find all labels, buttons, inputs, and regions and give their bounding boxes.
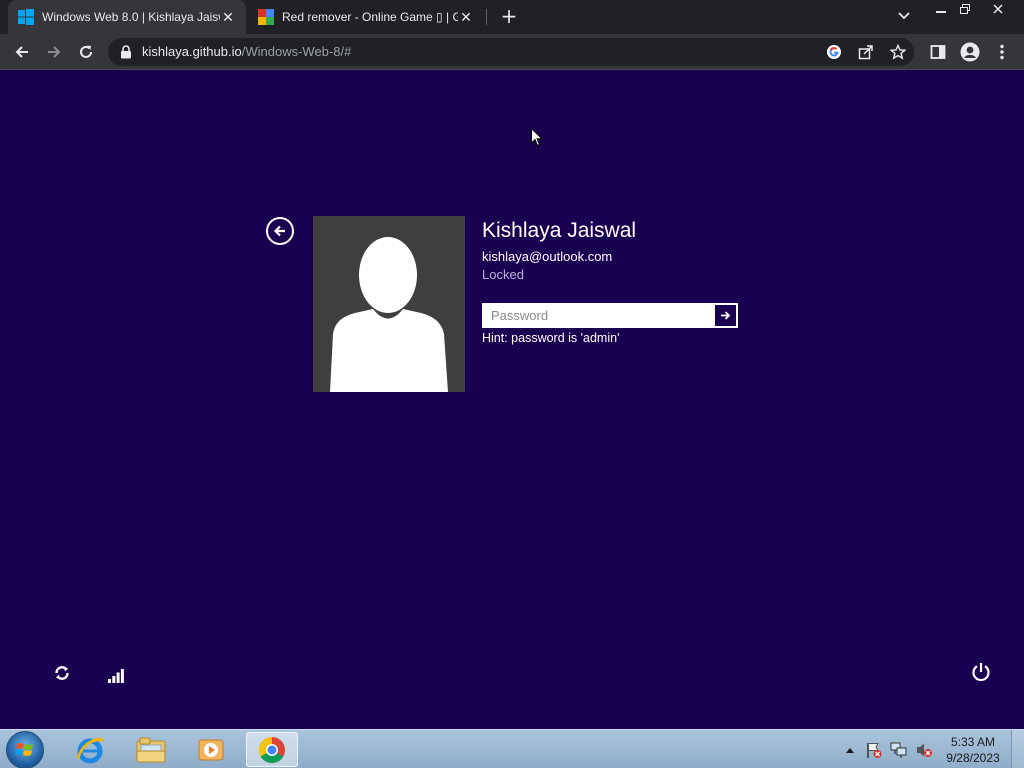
signal-bars-icon (108, 669, 124, 683)
password-box (482, 303, 738, 328)
reload-button[interactable] (74, 40, 98, 64)
share-button[interactable] (856, 42, 876, 62)
taskbar-internet-explorer[interactable] (64, 732, 116, 767)
url-text[interactable]: kishlaya.github.io/Windows-Web-8/# (142, 44, 351, 59)
tab-title: Red remover - Online Game ▯ | G (282, 10, 458, 24)
lock-screen: Kishlaya Jaiswal kishlaya@outlook.com Lo… (0, 71, 1024, 729)
tab-windows-web[interactable]: Windows Web 8.0 | Kishlaya Jaisw ✕ (8, 0, 246, 34)
volume-muted-icon (917, 743, 932, 757)
menu-button[interactable] (990, 40, 1014, 64)
star-icon (890, 44, 906, 60)
tab-search-button[interactable] (894, 6, 914, 26)
more-vertical-icon (1000, 44, 1004, 60)
back-button[interactable] (10, 40, 34, 64)
url-path: /Windows-Web-8/# (241, 44, 352, 59)
browser-toolbar: kishlaya.github.io/Windows-Web-8/# (0, 34, 1024, 70)
lock-icon[interactable] (120, 45, 132, 59)
restore-button[interactable] (952, 0, 978, 18)
tray-action-center[interactable] (864, 730, 884, 768)
windows-logo-icon (18, 9, 34, 25)
switch-user-back-button[interactable] (266, 217, 294, 245)
tab-title: Windows Web 8.0 | Kishlaya Jaisw (42, 10, 220, 24)
taskbar-clock[interactable]: 5:33 AM 9/28/2023 (940, 734, 1006, 766)
close-icon (993, 4, 1003, 14)
side-panel-icon (930, 45, 946, 59)
user-name: Kishlaya Jaiswal (482, 219, 637, 242)
new-tab-button[interactable]: + (498, 5, 520, 27)
chevron-down-icon (898, 12, 910, 20)
chrome-icon (258, 736, 285, 763)
taskbar-media-player[interactable] (185, 732, 237, 767)
minimize-button[interactable] (928, 0, 954, 18)
taskbar-file-explorer[interactable] (125, 732, 177, 767)
browser-tab-strip: Windows Web 8.0 | Kishlaya Jaisw ✕ Red r… (0, 0, 1024, 34)
close-icon[interactable]: ✕ (220, 9, 236, 26)
arrow-right-icon (48, 46, 61, 58)
clock-time: 5:33 AM (950, 735, 996, 749)
bookmark-button[interactable] (888, 42, 908, 62)
internet-explorer-icon (76, 737, 104, 763)
google-icon (827, 45, 841, 59)
show-desktop-button[interactable] (1011, 730, 1024, 768)
flag-warning-icon (867, 742, 882, 758)
mouse-cursor-icon (531, 128, 543, 147)
user-email: kishlaya@outlook.com (482, 249, 613, 264)
profile-button[interactable] (958, 40, 982, 64)
ease-of-access-button[interactable] (52, 663, 72, 683)
network-button[interactable] (106, 663, 126, 683)
minimize-icon (936, 11, 946, 13)
close-icon[interactable]: ✕ (458, 9, 474, 26)
tray-network[interactable] (889, 730, 909, 768)
arrow-left-icon (273, 225, 285, 237)
game-favicon-icon (258, 9, 274, 25)
tray-volume[interactable] (914, 730, 934, 768)
start-button[interactable] (6, 731, 44, 768)
arrow-right-icon (721, 311, 731, 320)
arrow-left-icon (15, 46, 28, 58)
chevron-up-icon (846, 747, 854, 753)
account-status: Locked (482, 267, 524, 282)
ease-of-access-icon (55, 666, 69, 680)
submit-button[interactable] (714, 304, 737, 327)
address-bar[interactable]: kishlaya.github.io/Windows-Web-8/# (108, 38, 914, 66)
side-panel-button[interactable] (926, 40, 950, 64)
windows-flag-icon (15, 743, 33, 756)
avatar (313, 216, 465, 392)
password-input[interactable] (483, 304, 715, 327)
taskbar-chrome[interactable] (246, 732, 298, 767)
media-player-icon (198, 739, 224, 760)
password-hint: Hint: password is 'admin' (482, 331, 620, 345)
reload-icon (80, 45, 92, 58)
power-button[interactable] (970, 661, 992, 683)
clock-date: 9/28/2023 (946, 751, 1000, 765)
power-icon (972, 663, 990, 682)
restore-icon (960, 4, 970, 14)
tab-separator (486, 9, 487, 25)
close-window-button[interactable] (985, 0, 1011, 18)
url-host: kishlaya.github.io (142, 44, 242, 59)
folder-icon (136, 737, 166, 762)
user-silhouette-icon (330, 237, 448, 392)
network-monitor-icon (890, 742, 907, 758)
show-hidden-icons-button[interactable] (842, 730, 858, 768)
tab-red-remover[interactable]: Red remover - Online Game ▯ | G ✕ (248, 0, 484, 34)
google-lens-button[interactable] (824, 42, 844, 62)
forward-button[interactable] (42, 40, 66, 64)
user-avatar-icon (960, 42, 980, 62)
share-icon (858, 45, 873, 60)
taskbar: 5:33 AM 9/28/2023 (0, 729, 1024, 768)
